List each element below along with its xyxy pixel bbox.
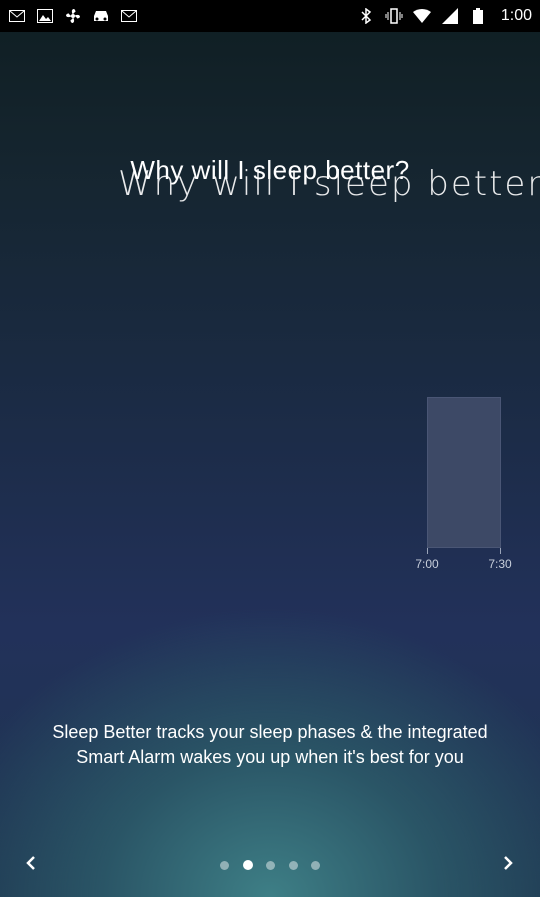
status-bar-system: 1:00 — [357, 7, 532, 25]
car-icon — [92, 7, 110, 25]
page-dot[interactable] — [220, 860, 229, 870]
clock: 1:00 — [500, 7, 532, 24]
mail-icon — [8, 7, 26, 25]
wifi-icon — [412, 7, 431, 25]
previous-button[interactable] — [16, 850, 46, 880]
bluetooth-icon — [357, 7, 375, 25]
chevron-left-icon — [24, 855, 38, 876]
status-bar-notifications — [8, 7, 138, 25]
signal-icon — [441, 7, 459, 25]
chart-tick — [500, 548, 501, 554]
chevron-right-icon — [501, 855, 515, 876]
chart-bar — [427, 397, 501, 548]
page-indicator — [220, 858, 320, 872]
status-bar: 1:00 — [0, 0, 540, 32]
vibrate-icon — [385, 7, 403, 25]
chart-tick — [427, 548, 428, 554]
page-dot[interactable] — [288, 860, 298, 870]
fan-icon — [64, 7, 82, 25]
chart-tick-label: 7:30 — [488, 557, 512, 571]
next-button[interactable] — [493, 850, 523, 880]
chart-tick-label: 7:00 — [415, 557, 439, 571]
image-icon — [36, 7, 54, 25]
mail-icon — [120, 7, 138, 25]
page-title: Why will I sleep better? — [130, 155, 410, 185]
page-dot-active[interactable] — [242, 860, 253, 870]
page-dot[interactable] — [266, 860, 275, 870]
page-dot[interactable] — [311, 860, 320, 870]
description-text: Sleep Better tracks your sleep phases & … — [52, 722, 488, 767]
battery-icon — [469, 7, 487, 25]
